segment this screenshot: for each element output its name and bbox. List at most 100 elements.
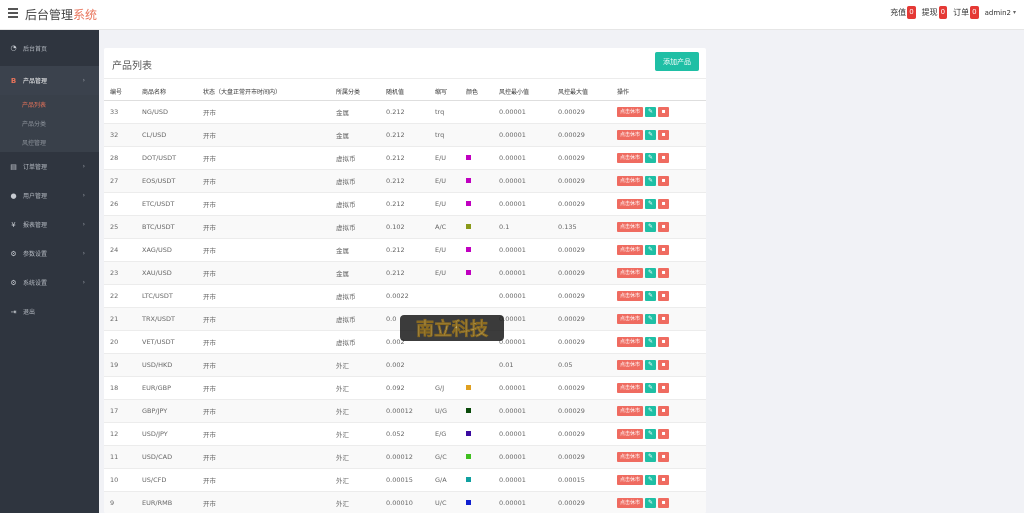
col-header: 商品名称 [136, 83, 197, 101]
sidebar-subitem-product-category[interactable]: 产品分类 [0, 114, 99, 133]
cell-abbr: E/U [429, 169, 460, 193]
close-market-button[interactable]: 点击休市 [617, 359, 644, 370]
divider [104, 78, 706, 79]
edit-icon[interactable]: ✎ [645, 198, 657, 209]
trash-icon[interactable]: ▪ [658, 267, 670, 278]
sidebar-item-reports[interactable]: ¥ 报表管理 › [0, 210, 99, 239]
trash-icon[interactable]: ▪ [658, 198, 670, 209]
table-row: 17 GBP/JPY 开市 外汇 0.00012 U/G 0.00001 0.00029 点击休… [104, 399, 706, 423]
cell-status: 开市 [197, 399, 330, 423]
edit-icon[interactable]: ✎ [645, 152, 657, 163]
cell-risk-max: 0.00029 [552, 100, 611, 124]
cell-random: 0.002 [380, 353, 429, 377]
close-market-button[interactable]: 点击休市 [617, 313, 644, 324]
sidebar-item-users[interactable]: ● 用户管理 › [0, 181, 99, 210]
cell-name: ETC/USDT [136, 192, 197, 216]
edit-icon[interactable]: ✎ [645, 451, 657, 462]
edit-icon[interactable]: ✎ [645, 290, 657, 301]
close-market-button[interactable]: 点击休市 [617, 428, 644, 439]
sidebar-item-dashboard[interactable]: ◔ 后台首页 [0, 30, 99, 66]
edit-icon[interactable]: ✎ [645, 221, 657, 232]
close-market-button[interactable]: 点击休市 [617, 290, 644, 301]
close-market-button[interactable]: 点击休市 [617, 474, 644, 485]
close-market-button[interactable]: 点击休市 [617, 497, 644, 508]
orders-link[interactable]: 订单 0 [953, 6, 979, 19]
cell-category: 外汇 [330, 491, 380, 513]
edit-icon[interactable]: ✎ [645, 497, 657, 508]
close-market-button[interactable]: 点击休市 [617, 244, 644, 255]
cell-abbr: G/J [429, 376, 460, 400]
cell-random: 0.212 [380, 238, 429, 262]
row-actions: 点击休市 ✎ ▪ [617, 175, 706, 186]
color-swatch [466, 499, 471, 505]
edit-icon[interactable]: ✎ [645, 129, 657, 140]
edit-icon[interactable]: ✎ [645, 313, 657, 324]
trash-icon[interactable]: ▪ [658, 359, 670, 370]
close-market-button[interactable]: 点击休市 [617, 267, 644, 278]
trash-icon[interactable]: ▪ [658, 451, 670, 462]
add-product-button[interactable]: 添加产品 [655, 52, 699, 71]
row-actions: 点击休市 ✎ ▪ [617, 313, 706, 324]
edit-icon[interactable]: ✎ [645, 405, 657, 416]
trash-icon[interactable]: ▪ [658, 336, 670, 347]
sidebar-item-params[interactable]: ⚙ 参数设置 › [0, 239, 99, 268]
edit-icon[interactable]: ✎ [645, 175, 657, 186]
trash-icon[interactable]: ▪ [658, 290, 670, 301]
edit-icon[interactable]: ✎ [645, 474, 657, 485]
sidebar-item-logout[interactable]: ⇥ 退出 [0, 297, 99, 326]
edit-icon[interactable]: ✎ [645, 382, 657, 393]
trash-icon[interactable]: ▪ [658, 129, 670, 140]
trash-icon[interactable]: ▪ [658, 428, 670, 439]
trash-icon[interactable]: ▪ [658, 221, 670, 232]
sidebar-item-orders[interactable]: ▤ 订单管理 › [0, 152, 99, 181]
trash-icon[interactable]: ▪ [658, 313, 670, 324]
cell-risk-max: 0.00029 [552, 307, 611, 331]
trash-icon[interactable]: ▪ [658, 474, 670, 485]
row-actions: 点击休市 ✎ ▪ [617, 129, 706, 140]
cell-random: 0.212 [380, 100, 429, 124]
cell-name: DOT/USDT [136, 146, 197, 170]
table-row: 23 XAU/USD 开市 金属 0.212 E/U 0.00001 0.00029 点击休市 ✎… [104, 261, 706, 285]
trash-icon[interactable]: ▪ [658, 175, 670, 186]
cell-risk-min: 0.00001 [493, 399, 552, 423]
trash-icon[interactable]: ▪ [658, 497, 670, 508]
edit-icon[interactable]: ✎ [645, 267, 657, 278]
sidebar: ◔ 后台首页 B 产品管理 › 产品列表 产品分类 风控管理 ▤ 订单管理 › … [0, 30, 99, 513]
close-market-button[interactable]: 点击休市 [617, 198, 644, 209]
close-market-button[interactable]: 点击休市 [617, 129, 644, 140]
close-market-button[interactable]: 点击休市 [617, 405, 644, 416]
trash-icon[interactable]: ▪ [658, 382, 670, 393]
close-market-button[interactable]: 点击休市 [617, 221, 644, 232]
edit-icon[interactable]: ✎ [645, 428, 657, 439]
sidebar-item-system[interactable]: ⚙ 系统设置 › [0, 268, 99, 297]
color-swatch [466, 269, 471, 275]
menu-toggle-icon[interactable] [8, 8, 18, 18]
cell-name: EUR/GBP [136, 376, 197, 400]
color-swatch [466, 200, 471, 206]
sidebar-item-products[interactable]: B 产品管理 › [0, 66, 99, 95]
sidebar-item-label: 订单管理 [23, 164, 48, 171]
withdraw-link[interactable]: 提现 0 [922, 6, 948, 19]
edit-icon[interactable]: ✎ [645, 106, 657, 117]
sidebar-subitem-product-list[interactable]: 产品列表 [0, 95, 99, 114]
user-menu[interactable]: admin2 ▾ [985, 9, 1016, 17]
cell-id: 28 [104, 146, 136, 170]
close-market-button[interactable]: 点击休市 [617, 152, 644, 163]
close-market-button[interactable]: 点击休市 [617, 382, 644, 393]
edit-icon[interactable]: ✎ [645, 336, 657, 347]
edit-icon[interactable]: ✎ [645, 359, 657, 370]
trash-icon[interactable]: ▪ [658, 106, 670, 117]
trash-icon[interactable]: ▪ [658, 405, 670, 416]
cell-id: 21 [104, 307, 136, 331]
row-actions: 点击休市 ✎ ▪ [617, 382, 706, 393]
trash-icon[interactable]: ▪ [658, 152, 670, 163]
close-market-button[interactable]: 点击休市 [617, 451, 644, 462]
close-market-button[interactable]: 点击休市 [617, 336, 644, 347]
close-market-button[interactable]: 点击休市 [617, 106, 644, 117]
close-market-button[interactable]: 点击休市 [617, 175, 644, 186]
edit-icon[interactable]: ✎ [645, 244, 657, 255]
recharge-link[interactable]: 充值 0 [890, 6, 916, 19]
sidebar-subitem-risk-control[interactable]: 风控管理 [0, 133, 99, 152]
trash-icon[interactable]: ▪ [658, 244, 670, 255]
cell-id: 17 [104, 399, 136, 423]
